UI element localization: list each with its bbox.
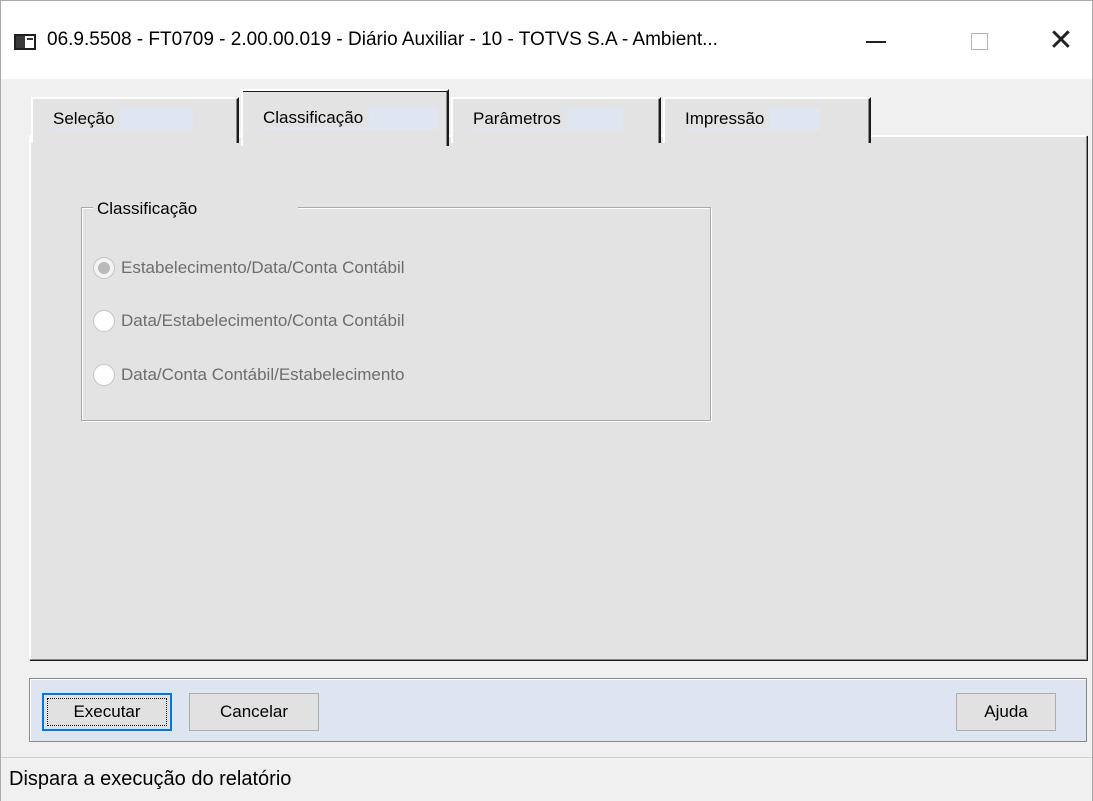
classificacao-group-title: Classificação: [93, 199, 298, 221]
tab-impressao-label: Impressão: [685, 109, 771, 128]
minimize-button[interactable]: [846, 15, 906, 67]
radio-unchecked-icon[interactable]: [93, 364, 115, 386]
tab-impressao[interactable]: Impressão: [663, 97, 871, 143]
button-bar: [29, 678, 1087, 742]
report-window: 06.9.5508 - FT0709 - 2.00.00.019 - Diári…: [0, 0, 1093, 801]
maximize-button[interactable]: [949, 15, 1009, 67]
radio-label: Data/Conta Contábil/Estabelecimento: [121, 365, 405, 384]
cancelar-label: Cancelar: [219, 702, 289, 721]
radio-option-data-conta-estab[interactable]: Data/Conta Contábil/Estabelecimento: [93, 363, 405, 387]
radio-label: Data/Estabelecimento/Conta Contábil: [121, 311, 405, 330]
radio-checked-icon[interactable]: [93, 257, 115, 279]
ajuda-button[interactable]: Ajuda: [956, 693, 1056, 731]
executar-button[interactable]: Executar: [42, 693, 172, 731]
window-title: 06.9.5508 - FT0709 - 2.00.00.019 - Diári…: [47, 29, 718, 50]
radio-label: Estabelecimento/Data/Conta Contábil: [121, 258, 405, 277]
minimize-icon: [866, 41, 886, 43]
title-bar[interactable]: 06.9.5508 - FT0709 - 2.00.00.019 - Diári…: [1, 1, 1092, 79]
tab-parametros-label: Parâmetros: [473, 109, 567, 128]
app-window-icon[interactable]: [14, 34, 36, 50]
tab-classificacao[interactable]: Classificação: [241, 89, 449, 146]
cancelar-button[interactable]: Cancelar: [189, 693, 319, 731]
status-text: Dispara a execução do relatório: [9, 768, 292, 790]
tab-selecao[interactable]: Seleção: [31, 97, 239, 143]
radio-option-data-estab-conta[interactable]: Data/Estabelecimento/Conta Contábil: [93, 309, 405, 333]
ajuda-label: Ajuda: [984, 702, 1028, 721]
tab-classificacao-label: Classificação: [263, 108, 370, 127]
radio-option-estab-data-conta[interactable]: Estabelecimento/Data/Conta Contábil: [93, 256, 405, 280]
radio-unchecked-icon[interactable]: [93, 310, 115, 332]
maximize-icon: [970, 32, 988, 50]
status-bar: Dispara a execução do relatório: [1, 757, 1092, 801]
tab-selecao-label: Seleção: [53, 109, 121, 128]
tab-parametros[interactable]: Parâmetros: [451, 97, 661, 143]
focus-rectangle: [47, 698, 167, 726]
close-button[interactable]: ✕: [1031, 15, 1091, 67]
group-title-text: Classificação: [97, 199, 198, 218]
close-icon: ✕: [1048, 23, 1074, 58]
